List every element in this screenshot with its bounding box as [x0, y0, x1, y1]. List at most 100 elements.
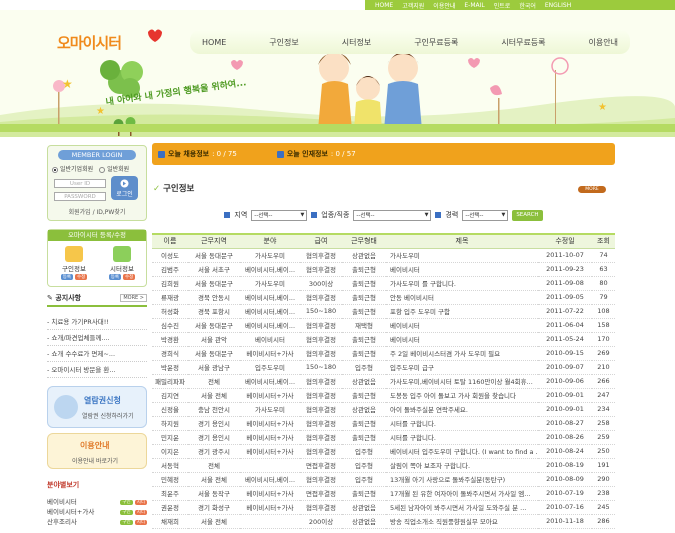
- guide-banner[interactable]: 이용안내 이용안내 바로가기: [47, 433, 147, 469]
- register-job-info[interactable]: 구인정보 등록 수정: [56, 246, 92, 280]
- user-id-input[interactable]: User ID: [54, 179, 106, 188]
- nav-guide[interactable]: 이용안내: [589, 37, 618, 48]
- table-cell[interactable]: 주 2일 베이비시스터겸 가사 도우미 필요: [386, 346, 538, 361]
- nav-home[interactable]: HOME: [202, 38, 226, 47]
- join-link[interactable]: 회원가입 / ID,PW찾기: [50, 207, 144, 216]
- region-select[interactable]: --선택-- ▼: [251, 209, 308, 221]
- table-row[interactable]: 김범주 서울 서초구 베이비시터,베이... 협의후결정 출퇴근형 베이비시터 2011-0…: [152, 262, 615, 277]
- subscription-banner[interactable]: 열람권신청 열람권 신청하러가기: [47, 386, 147, 428]
- table-cell: 출퇴근형: [342, 486, 386, 501]
- table-cell: 2010-08-09: [538, 472, 592, 487]
- table-cell: 입주형: [342, 360, 386, 375]
- category-item[interactable]: 산후조리사 구인 시터: [47, 516, 147, 526]
- table-cell: 협의후결정: [300, 290, 342, 305]
- table-cell: 입주형: [342, 472, 386, 487]
- register-sitter-info[interactable]: 시터정보 등록 수정: [104, 246, 140, 280]
- table-row[interactable]: 신정율 충남 천안시 가사도우미 협의후결정 상관없음 아이 돌봐주실분 연락주세요. 20…: [152, 402, 615, 417]
- table-row[interactable]: 채재희 서울 전체 200이상 상관없음 방송 직업소개소 직원풍향원실무 모아요 201…: [152, 514, 615, 529]
- table-cell: 서동혁: [152, 458, 188, 473]
- table-row[interactable]: 민지윤 경기 용인시 베이비시터+가사 협의후결정 출퇴근형 시터를 구합니다. 2010-…: [152, 430, 615, 445]
- table-cell[interactable]: 가사도우미 를 구합니다.: [386, 276, 538, 291]
- table-cell[interactable]: 베이비시터: [386, 262, 538, 277]
- bullet-icon: [435, 212, 442, 218]
- radio-personal[interactable]: 일반회원: [99, 164, 129, 173]
- table-cell[interactable]: 베이비시터: [386, 318, 538, 333]
- top-link-home[interactable]: HOME: [375, 2, 393, 9]
- table-cell: 출퇴근형: [342, 416, 386, 431]
- table-row[interactable]: 경희식 서울 동대문구 베이비시터+가사 협의후결정 출퇴근형 주 2일 베이비시스터겸 …: [152, 346, 615, 361]
- nav-sitter-info[interactable]: 시터정보: [342, 37, 371, 48]
- table-cell[interactable]: 13개월 아기 사랑으로 돌봐주실분(동탄구): [386, 472, 538, 487]
- table-body: 이성도 서울 동대문구 가사도우미 협의후결정 상관없음 가사도우미 2011-10-07 7…: [152, 248, 615, 529]
- table-row[interactable]: 김지연 서울 전체 베이비시터+가사 협의후결정 출퇴근형 도봉동 입주 아이 돌보고 가…: [152, 388, 615, 403]
- table-row[interactable]: 이성도 서울 동대문구 가사도우미 협의후결정 상관없음 가사도우미 2011-10-07 7…: [152, 248, 615, 263]
- table-cell[interactable]: 5세된 남자아이 봐주시면서 가사일 도와주실 분 ...: [386, 500, 538, 515]
- table-row[interactable]: 민혜정 서울 전체 베이비시터,베이... 협의후결정 입주형 13개월 아기 사랑으로 …: [152, 472, 615, 487]
- top-link-intro[interactable]: 인트로: [494, 1, 511, 10]
- chevron-down-icon: ▼: [501, 212, 506, 218]
- table-row[interactable]: 박경환 서울 관악 베이비시터 협의후결정 출퇴근형 베이비시터 2011-05-24 170: [152, 332, 615, 347]
- nav-job-info[interactable]: 구인정보: [269, 37, 298, 48]
- notice-item[interactable]: - 오마이시터 방문을 환...: [47, 362, 147, 378]
- table-row[interactable]: 류재광 경북 안동시 베이비시터,베이... 협의후결정 출퇴근형 안동 베이비시터 201…: [152, 290, 615, 305]
- table-cell[interactable]: 가사도우미,베이비시터 토탈 1160만이상 월4회휴...: [386, 374, 538, 389]
- table-row[interactable]: 패밀리파파 전체 베이비시터,베이... 협의후결정 상관없음 가사도우미,베이비시터 토…: [152, 374, 615, 389]
- table-cell[interactable]: 방송 직업소개소 직원풍향원실무 모아요: [386, 514, 538, 529]
- job-select[interactable]: --선택-- ▼: [353, 209, 432, 221]
- table-row[interactable]: 권윤정 경기 화성구 베이비시터+가사 협의후결정 상관없음 5세된 남자아이 봐주시면서…: [152, 500, 615, 515]
- table-cell[interactable]: 도봉동 입주 아이 돌보고 가사 회원을 찾습니다: [386, 388, 538, 403]
- top-link-english[interactable]: ENGLISH: [545, 2, 571, 9]
- table-cell[interactable]: 시터를 구합니다.: [386, 416, 538, 431]
- table-row[interactable]: 심수진 서울 동대문구 베이비시터,베이... 협의후결정 재택형 베이비시터 2011-0…: [152, 318, 615, 333]
- table-cell: 서울 동대문구: [188, 248, 240, 263]
- table-row[interactable]: 이지은 경기 광주시 베이비시터+가사 협의후결정 입주형 베이비시터 입주도우미 구합니…: [152, 444, 615, 459]
- more-button[interactable]: MORE: [578, 186, 606, 193]
- tab-today-talent[interactable]: 오늘 인재정보: 0 / 57: [276, 149, 356, 159]
- table-cell[interactable]: 살림이 쪽아 보조자 구합니다.: [386, 458, 538, 473]
- check-icon: ✓: [153, 184, 161, 194]
- table-cell: 출퇴근형: [342, 388, 386, 403]
- table-cell: 258: [592, 416, 615, 431]
- career-select[interactable]: --선택-- ▼: [462, 209, 509, 221]
- table-row[interactable]: 김희원 서울 동대문구 가사도우미 300이상 출퇴근형 가사도우미 를 구합니다. 201…: [152, 276, 615, 291]
- table-cell[interactable]: 시터를 구합니다.: [386, 430, 538, 445]
- nav-job-register[interactable]: 구인무료등록: [414, 37, 458, 48]
- top-link-korean[interactable]: 한국어: [519, 1, 536, 10]
- table-cell: 250: [592, 444, 615, 459]
- notice-item[interactable]: - 치료용 가기PR사대!!: [47, 314, 147, 330]
- top-link-support[interactable]: 고객지원: [402, 1, 424, 10]
- table-cell: 경기 광주시: [188, 444, 240, 459]
- table-row[interactable]: 서동혁 전체 면접후결정 입주형 살림이 쪽아 보조자 구합니다. 2010-08-19 1…: [152, 458, 615, 473]
- category-item[interactable]: 베이비시터+가사 구인 시터: [47, 506, 147, 516]
- top-link-guide[interactable]: 이용안내: [433, 1, 455, 10]
- table-cell: 패밀리파파: [152, 374, 188, 389]
- tab-today-jobs[interactable]: 오늘 채용정보: 0 / 75: [158, 149, 237, 159]
- table-cell[interactable]: 베이비시터 입주도우미 구합니다. (I want to find a ...: [386, 444, 538, 459]
- radio-general[interactable]: 일반기업회원: [52, 164, 93, 173]
- table-cell[interactable]: 17개월 된 유한 여자아이 돌봐주시면서 가사일 엠...: [386, 486, 538, 501]
- table-cell[interactable]: 안동 베이비시터: [386, 290, 538, 305]
- login-button[interactable]: 로그인: [111, 176, 138, 200]
- table-cell[interactable]: 아이 돌봐주실분 연락주세요.: [386, 402, 538, 417]
- top-utility-bar: HOME 고객지원 이용안내 E-MAIL 인트로 한국어 ENGLISH: [365, 0, 675, 10]
- table-cell[interactable]: 포항 입주 도우미 구함: [386, 304, 538, 319]
- notice-item[interactable]: - 쇼개 수수료가 면제~...: [47, 346, 147, 362]
- password-input[interactable]: PASSWORD: [54, 192, 106, 201]
- category-item[interactable]: 베이비시터 구인 시터: [47, 496, 147, 506]
- table-row[interactable]: 하지원 경기 용인시 베이비시터+가사 협의후결정 출퇴근형 시터를 구합니다. 2010-…: [152, 416, 615, 431]
- table-cell: 허성화: [152, 304, 188, 319]
- table-row[interactable]: 박윤정 서울 광남구 입주도우미 150~180 입주형 입주도우미 급구 2010-09-…: [152, 360, 615, 375]
- table-cell[interactable]: 가사도우미: [386, 248, 538, 263]
- nav-sitter-register[interactable]: 시터무료등록: [501, 37, 545, 48]
- site-logo[interactable]: 오마이시터: [57, 32, 122, 53]
- table-cell[interactable]: 입주도우미 급구: [386, 360, 538, 375]
- search-button[interactable]: SEARCH: [512, 209, 543, 221]
- top-link-email[interactable]: E-MAIL: [464, 2, 484, 9]
- table-cell: 2011-06-04: [538, 318, 592, 333]
- table-row[interactable]: 최윤주 서울 동작구 베이비시터+가사 면접후결정 출퇴근형 17개월 된 유한 여자아이…: [152, 486, 615, 501]
- notice-more-button[interactable]: MORE >: [120, 294, 147, 302]
- notice-item[interactable]: - 쇼개/파견업체들께....: [47, 330, 147, 346]
- table-cell[interactable]: 베이비시터: [386, 332, 538, 347]
- table-row[interactable]: 허성화 경북 포항시 베이비시터,베이... 150~180 출퇴근형 포항 입주 도우미…: [152, 304, 615, 319]
- registration-box: 오마이시터 등록/수정 구인정보 등록 수정 시터정보 등록 수정: [47, 229, 147, 287]
